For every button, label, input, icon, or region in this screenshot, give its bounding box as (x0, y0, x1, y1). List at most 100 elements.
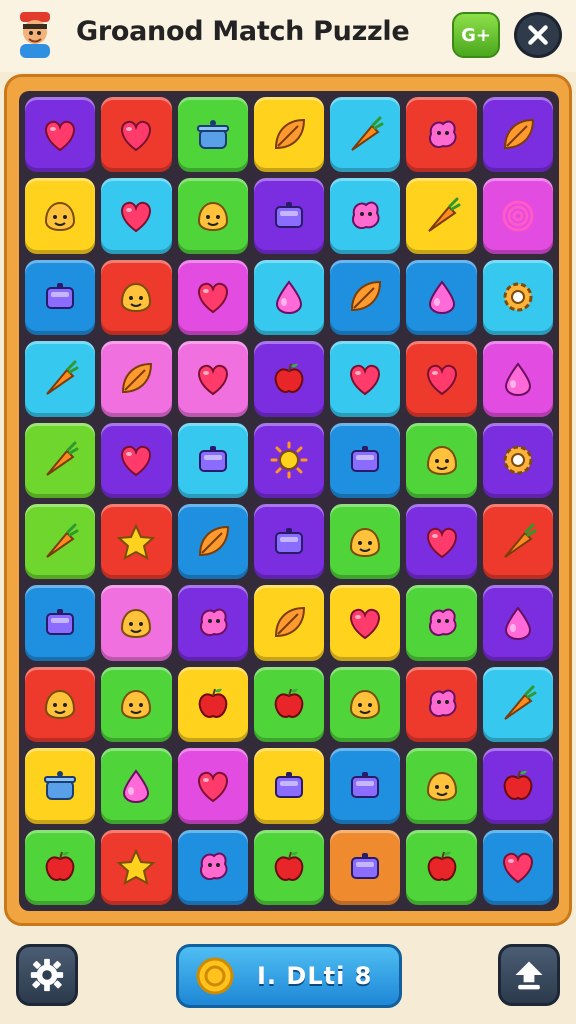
board-tile[interactable] (25, 829, 96, 905)
board-tile[interactable] (25, 178, 96, 254)
heart-icon (45, 120, 76, 151)
board-tile[interactable] (177, 666, 248, 743)
board-tile[interactable] (482, 504, 553, 580)
board-tile[interactable] (101, 504, 172, 580)
board-tile[interactable] (406, 504, 477, 580)
board-tile[interactable] (253, 97, 325, 173)
board-tile[interactable] (330, 829, 401, 905)
board-tile[interactable] (25, 341, 96, 417)
settings-gear-icon (30, 958, 64, 992)
board-tile[interactable] (25, 422, 96, 498)
board-tile[interactable] (177, 341, 248, 417)
upload-button[interactable] (498, 944, 560, 1006)
board-tile[interactable] (253, 422, 325, 498)
board-tile[interactable] (482, 97, 553, 173)
face-icon (426, 771, 457, 801)
heart-icon (121, 201, 152, 233)
box-icon (46, 283, 75, 310)
board-tile[interactable] (253, 585, 325, 661)
heart-icon (121, 446, 152, 477)
leaf-icon (351, 281, 382, 312)
board-tile[interactable] (101, 97, 172, 173)
board-tile[interactable] (101, 422, 172, 498)
board-tile[interactable] (330, 259, 401, 336)
board-tile[interactable] (253, 829, 325, 905)
board-tile[interactable] (330, 748, 401, 824)
board-tile[interactable] (177, 504, 248, 580)
board-tile[interactable] (177, 178, 248, 254)
board-tile[interactable] (101, 178, 172, 254)
box-icon (351, 446, 380, 473)
board-tile[interactable] (253, 748, 325, 824)
board-tile[interactable] (482, 178, 553, 254)
face-icon (121, 690, 152, 720)
board-tile[interactable] (25, 97, 96, 173)
board-tile[interactable] (177, 97, 248, 173)
board-tile[interactable] (101, 341, 172, 417)
pot-icon (44, 770, 77, 800)
board-tile[interactable] (482, 422, 553, 498)
bottom-bar: I. DLti 8 (0, 930, 576, 1024)
board-tile[interactable] (101, 259, 172, 336)
board-tile[interactable] (482, 259, 553, 336)
settings-button[interactable] (16, 944, 78, 1006)
board-tile[interactable] (406, 341, 477, 417)
board-tile[interactable] (482, 829, 553, 905)
green-action-button[interactable]: G+ (452, 12, 500, 58)
close-button[interactable] (514, 12, 562, 58)
board-tile[interactable] (406, 97, 477, 173)
heart-icon (197, 283, 228, 314)
main-play-button[interactable]: I. DLti 8 (176, 944, 402, 1008)
board-tile[interactable] (253, 666, 325, 743)
board-tile[interactable] (406, 829, 477, 905)
chef-avatar-icon[interactable] (12, 10, 58, 60)
board-tile[interactable] (101, 748, 172, 824)
board-tile[interactable] (101, 829, 172, 905)
upload-arrow-icon (515, 961, 543, 990)
carrot-icon (46, 360, 79, 395)
board-frame (4, 74, 572, 926)
leaf-icon (198, 525, 229, 556)
board-tile[interactable] (177, 422, 248, 498)
board-tile[interactable] (482, 341, 553, 417)
board-tile[interactable] (406, 748, 477, 824)
face-icon (121, 609, 152, 639)
board-tile[interactable] (406, 585, 477, 661)
board-tile[interactable] (25, 504, 96, 580)
board-tile[interactable] (330, 666, 401, 743)
board-tile[interactable] (330, 585, 401, 661)
board-tile[interactable] (177, 259, 248, 336)
board-tile[interactable] (177, 748, 248, 824)
board-tile[interactable] (330, 97, 401, 173)
board-tile[interactable] (482, 585, 553, 661)
box-icon (274, 202, 303, 229)
board-tile[interactable] (25, 585, 96, 661)
face-icon (426, 446, 457, 476)
board-tile[interactable] (330, 341, 401, 417)
board-tile[interactable] (406, 666, 477, 743)
board-tile[interactable] (101, 666, 172, 743)
board-tile[interactable] (253, 341, 325, 417)
board-tile[interactable] (406, 259, 477, 336)
board-tile[interactable] (330, 504, 401, 580)
board-tile[interactable] (25, 259, 96, 336)
board-tile[interactable] (177, 829, 248, 905)
board-tile[interactable] (482, 748, 553, 824)
carrot-icon (427, 197, 461, 232)
board-tile[interactable] (25, 666, 96, 743)
board-tile[interactable] (253, 259, 325, 336)
board-tile[interactable] (406, 422, 477, 498)
heart-icon (426, 364, 457, 396)
board-tile[interactable] (253, 504, 325, 580)
board-tile[interactable] (330, 178, 401, 254)
leaf-icon (274, 607, 305, 638)
box-icon (274, 527, 303, 554)
board-tile[interactable] (25, 748, 96, 824)
board-tile[interactable] (330, 422, 401, 498)
board-tile[interactable] (253, 178, 325, 254)
board-tile[interactable] (101, 585, 172, 661)
apple-icon (274, 689, 304, 719)
board-tile[interactable] (177, 585, 248, 661)
board-tile[interactable] (406, 178, 477, 254)
board-tile[interactable] (482, 666, 553, 743)
